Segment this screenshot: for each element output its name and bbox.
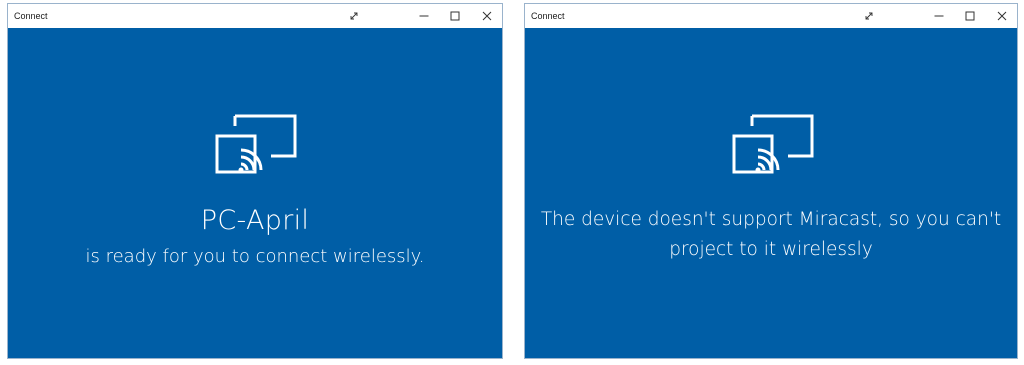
expand-button[interactable] xyxy=(337,4,371,28)
expand-icon xyxy=(865,12,873,20)
title-bar[interactable]: Connect xyxy=(8,4,502,28)
connect-window-ready: Connect PC-April is ready for you to con… xyxy=(7,3,503,359)
cast-icon xyxy=(215,114,297,174)
minimize-icon xyxy=(934,15,944,17)
cast-icon xyxy=(732,114,814,174)
minimize-button[interactable] xyxy=(922,4,956,28)
unsupported-message: The device doesn't support Miracast, so … xyxy=(527,205,1015,265)
maximize-icon xyxy=(450,11,460,21)
maximize-button[interactable] xyxy=(438,4,472,28)
close-icon xyxy=(997,11,1007,21)
minimize-button[interactable] xyxy=(407,4,441,28)
connect-content: The device doesn't support Miracast, so … xyxy=(525,28,1017,358)
minimize-icon xyxy=(419,15,429,17)
unsupported-message-line1: The device doesn't support Miracast, so … xyxy=(540,209,1002,230)
window-title: Connect xyxy=(14,11,48,21)
ready-message: is ready for you to connect wirelessly. xyxy=(85,246,425,267)
maximize-button[interactable] xyxy=(953,4,987,28)
title-bar[interactable]: Connect xyxy=(525,4,1017,28)
close-button[interactable] xyxy=(470,4,504,28)
close-button[interactable] xyxy=(985,4,1019,28)
expand-icon xyxy=(350,12,358,20)
device-name: PC-April xyxy=(200,205,310,236)
expand-button[interactable] xyxy=(852,4,886,28)
connect-content: PC-April is ready for you to connect wir… xyxy=(8,28,502,358)
unsupported-message-line2: project to it wirelessly xyxy=(669,239,873,260)
maximize-icon xyxy=(965,11,975,21)
close-icon xyxy=(482,11,492,21)
connect-window-unsupported: Connect The device doesn't support Mirac… xyxy=(524,3,1018,359)
window-title: Connect xyxy=(531,11,565,21)
